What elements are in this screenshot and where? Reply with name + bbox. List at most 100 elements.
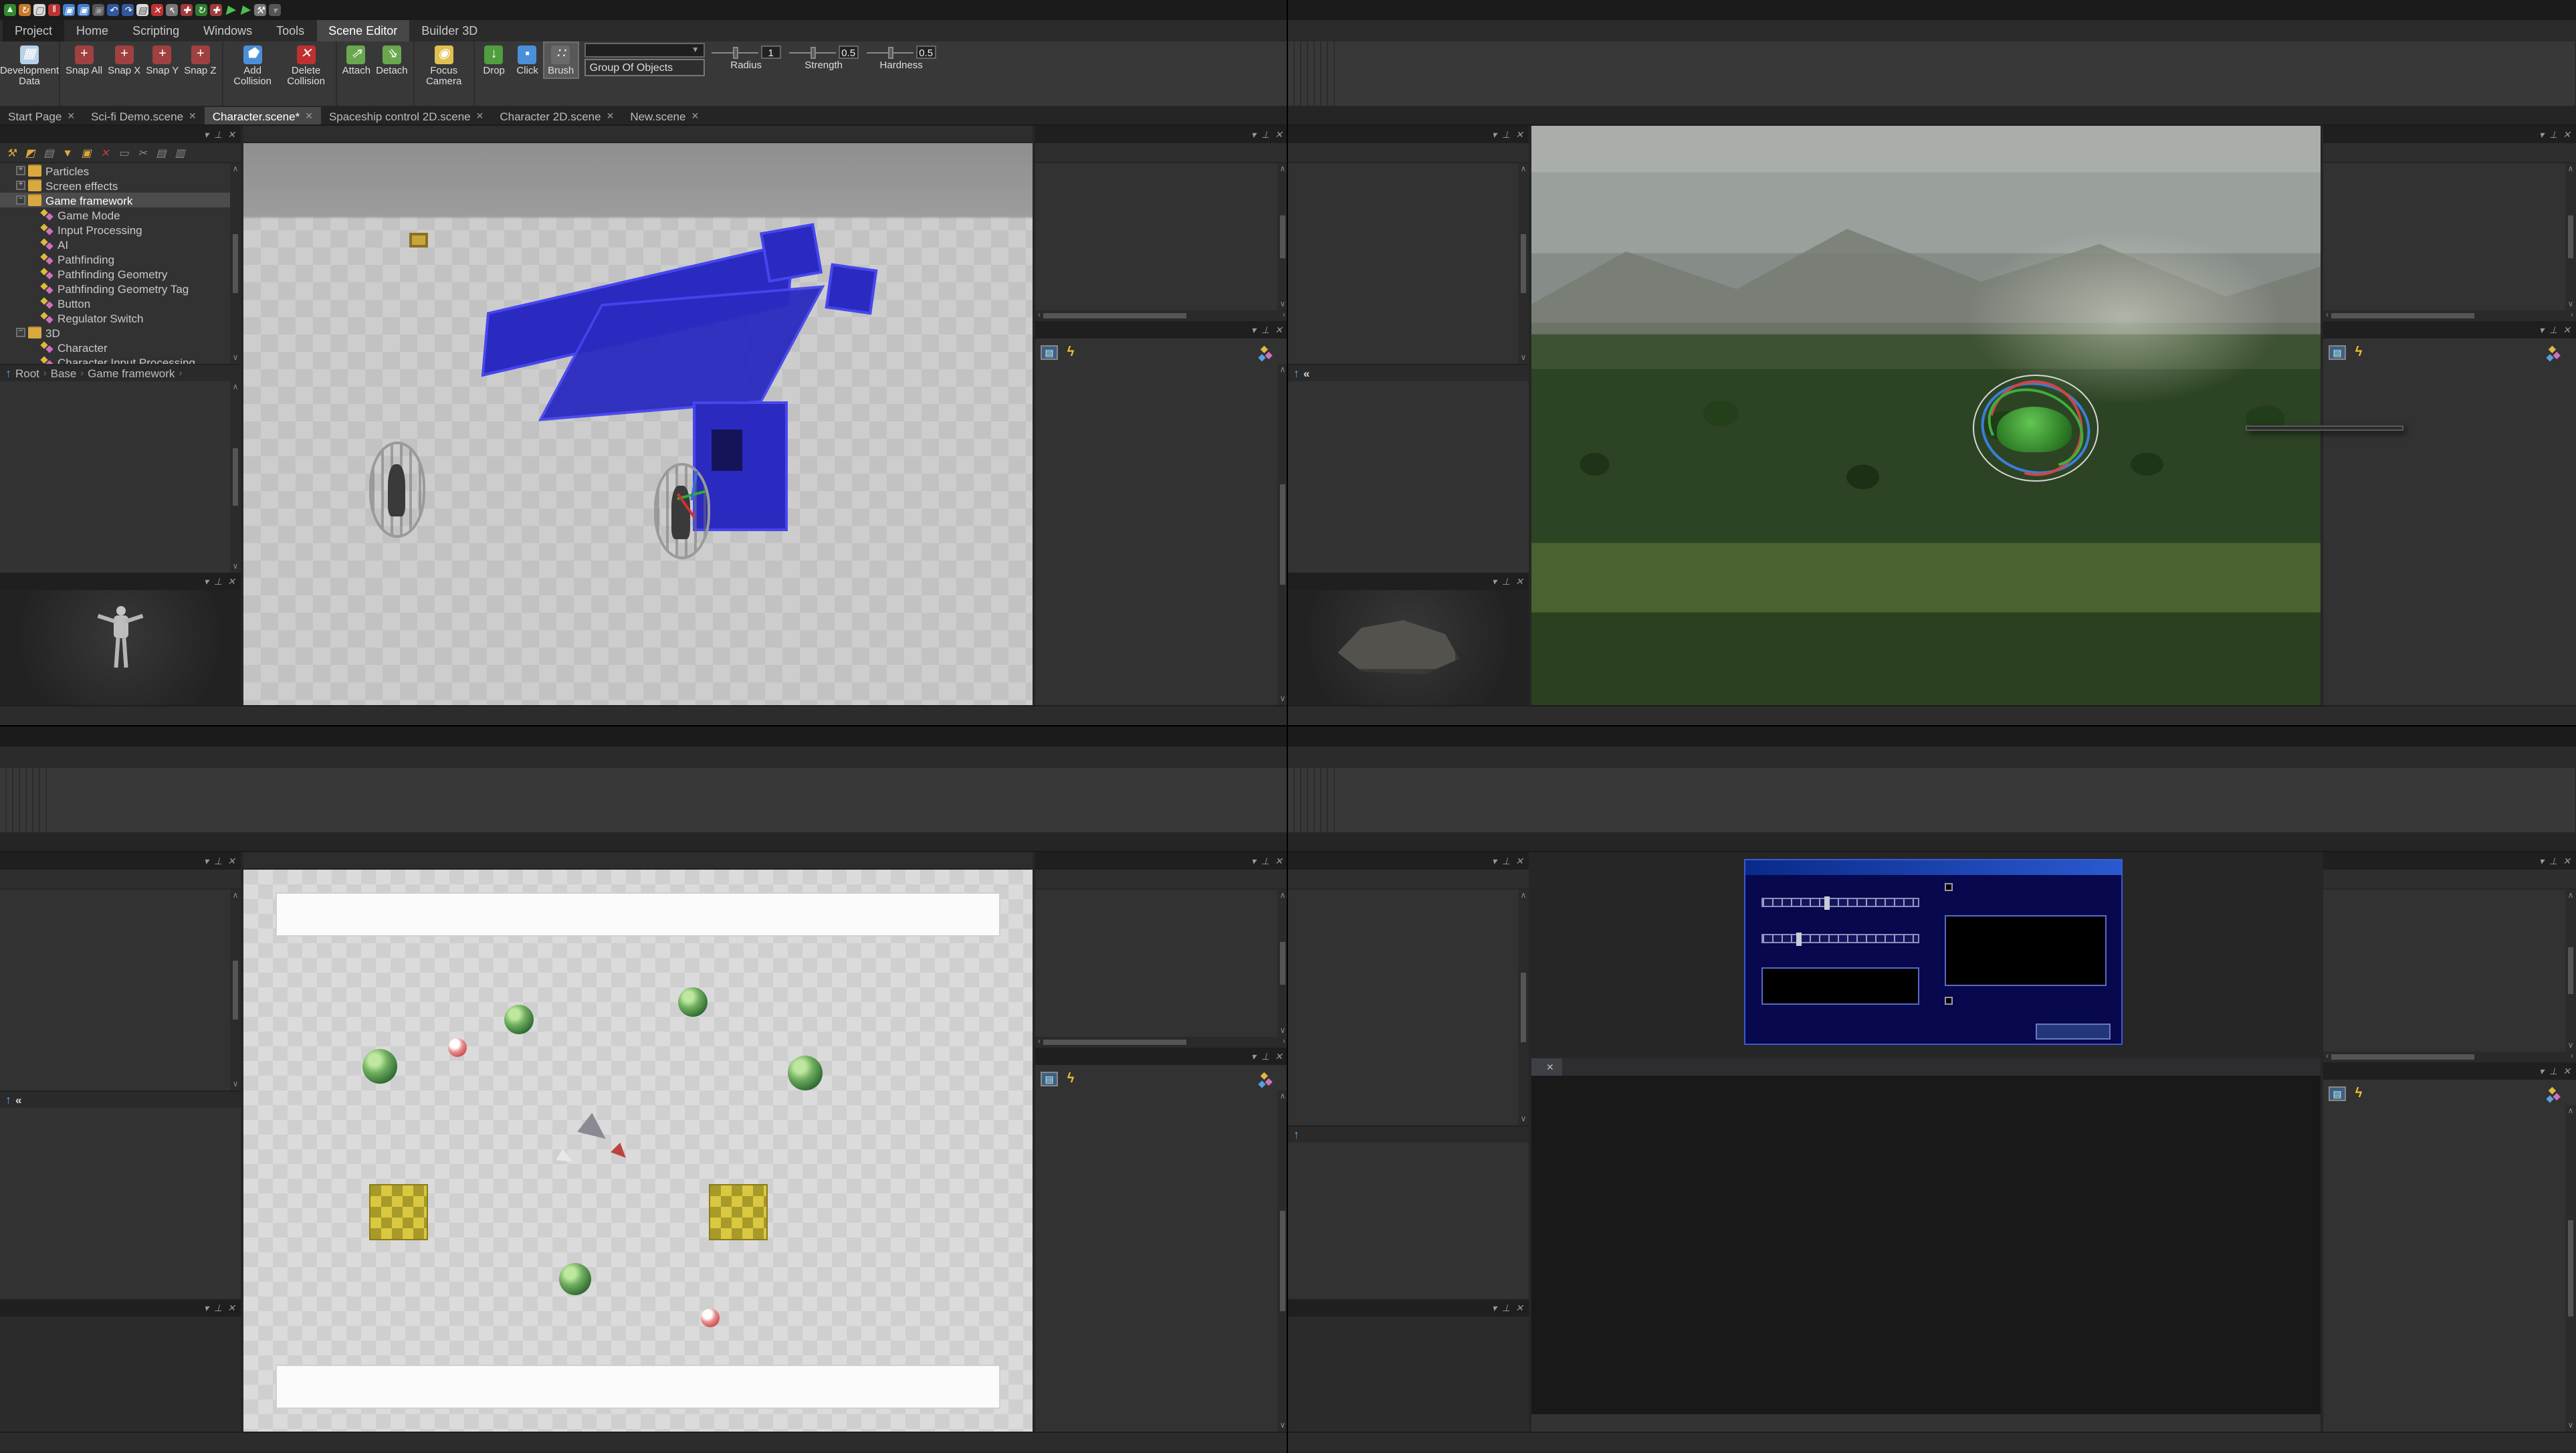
minimize-button[interactable] [2504,726,2528,747]
up-icon[interactable]: ↑ [1293,367,1299,380]
close-icon[interactable]: ✕ [227,576,235,587]
slider-track[interactable] [867,52,914,53]
pin-icon[interactable]: ⊥ [2549,324,2557,335]
properties-icon[interactable]: ▤ [1041,1072,1058,1086]
tree-item[interactable]: AI [0,237,241,252]
expander-icon[interactable]: − [16,328,25,337]
quick-access-icon[interactable]: ↶ [107,4,119,16]
quick-access-icon[interactable]: ✕ [151,4,163,16]
tree-item[interactable]: −Game framework [0,193,241,207]
antialiasing-list[interactable] [1945,915,2107,987]
display-background-checkbox[interactable] [1945,997,1957,1005]
horizontal-scrollbar[interactable]: ‹› [1035,310,1288,321]
menu-tab[interactable]: Project [3,20,64,41]
quick-access-icon[interactable]: ↻ [195,4,207,16]
scrollbar[interactable]: ∧∨ [2565,1105,2576,1432]
scrollbar[interactable]: ∧∨ [1277,364,1288,705]
back-icon[interactable]: « [15,1093,21,1106]
maximize-button[interactable] [1240,0,1264,20]
ribbon-button[interactable]: ⇗Attach [340,43,374,78]
close-button[interactable] [2552,0,2576,20]
dropdown-icon[interactable]: ▾ [204,576,209,587]
spaceship-sprite[interactable] [577,1112,613,1148]
blue-box-mesh[interactable] [825,264,877,314]
pin-icon[interactable]: ⊥ [1502,129,1510,140]
close-tab-icon[interactable]: ✕ [189,110,197,121]
scrollbar[interactable]: ∧∨ [1277,890,1288,1037]
properties-icon[interactable]: ▤ [1041,345,1058,360]
slider-value[interactable]: 0.5 [839,45,859,59]
rotate-gizmo[interactable] [1973,369,2102,487]
blue-box-mesh[interactable] [760,223,823,282]
slider-thumb[interactable] [810,46,815,58]
minimize-button[interactable] [1216,726,1240,747]
ribbon-button[interactable]: +Snap All [63,43,105,78]
selected-bush-mesh[interactable] [1998,407,2072,452]
close-icon[interactable]: ✕ [227,856,235,866]
scrollbar[interactable]: ∧∨ [2565,163,2576,310]
yellow-checker-sprite[interactable] [709,1184,768,1240]
pin-icon[interactable]: ⊥ [1261,1051,1269,1062]
close-options-button[interactable] [2036,1024,2111,1039]
planet-sprite[interactable] [504,1005,533,1034]
code-tab[interactable]: ✕ [1531,1058,1562,1076]
pin-icon[interactable]: ⊥ [2549,856,2557,866]
pin-icon[interactable]: ⊥ [214,129,222,140]
menu-tab[interactable]: Scripting [120,20,191,41]
events-icon[interactable]: ϟ [2350,345,2367,360]
menu-tab[interactable]: Scene Editor [316,20,409,41]
quick-access-icon[interactable]: ▣ [78,4,90,16]
quick-access-icon[interactable]: ▤ [136,4,148,16]
dropdown-icon[interactable]: ▾ [2539,129,2544,140]
options-window-title[interactable] [1746,860,2122,874]
tree-item[interactable]: +Particles [0,163,241,178]
up-icon[interactable]: ↑ [1293,1128,1299,1141]
scrollbar[interactable]: ∧∨ [1277,1090,1288,1432]
close-icon[interactable]: ✕ [1275,1051,1283,1062]
events-icon[interactable]: ϟ [1062,1072,1079,1086]
close-icon[interactable]: ✕ [1515,576,1523,587]
close-icon[interactable]: ✕ [1275,856,1283,866]
scrollbar[interactable]: ∧∨ [230,163,241,364]
close-icon[interactable]: ✕ [2563,856,2571,866]
ball-sprite[interactable] [701,1308,720,1327]
quick-access-icon[interactable]: ▢ [33,4,45,16]
document-tab[interactable]: New.scene✕ [622,107,707,124]
pin-icon[interactable]: ⊥ [1502,856,1510,866]
ribbon-button[interactable]: ◉Focus Camera [417,43,471,88]
dropdown-item[interactable]: Group Of Objects [586,60,704,75]
quick-access-icon[interactable]: ▶ [225,4,237,16]
video-mode-list[interactable] [1761,968,1919,1005]
close-icon[interactable]: ✕ [1515,129,1523,140]
pin-icon[interactable]: ⊥ [1261,324,1269,335]
sound-volume-slider[interactable] [1761,898,1919,908]
scene-viewport[interactable] [1531,126,2321,705]
dropdown-icon[interactable]: ▾ [2539,324,2544,335]
close-button[interactable] [1264,0,1288,20]
ribbon-button[interactable]: ▦Development Data [3,43,56,88]
maximize-button[interactable] [1240,726,1264,747]
dropdown-icon[interactable]: ▾ [1492,129,1497,140]
ribbon-button[interactable]: +Snap Y [143,43,181,78]
toolbar-icon[interactable]: ✂ [135,145,150,160]
document-tab[interactable]: Character 2D.scene✕ [492,107,622,124]
tree-item[interactable]: Character Input Processing [0,355,241,364]
character-cage[interactable] [654,464,710,560]
toolbar-icon[interactable]: ▥ [173,145,187,160]
tree-item[interactable]: +Screen effects [0,178,241,193]
code-editor[interactable] [1531,1076,2321,1414]
scrollbar[interactable]: ∧∨ [2565,890,2576,1052]
quick-access-icon[interactable]: ▣ [92,4,104,16]
close-icon[interactable]: ✕ [227,129,235,140]
ribbon-button[interactable]: ✕Delete Collision [280,43,333,88]
dropdown-icon[interactable]: ▾ [204,129,209,140]
quick-access-icon[interactable]: ↻ [19,4,31,16]
scrollbar[interactable]: ∧∨ [230,890,241,1090]
dropdown-icon[interactable]: ▾ [1251,324,1256,335]
up-icon[interactable]: ↑ [5,367,11,380]
expander-icon[interactable]: + [16,166,25,175]
quick-access-icon[interactable]: ▶ [239,4,251,16]
events-icon[interactable]: ϟ [2350,1086,2367,1101]
yellow-checker-sprite[interactable] [370,1184,429,1240]
ribbon-button[interactable]: ⬟Add Collision [226,43,280,88]
